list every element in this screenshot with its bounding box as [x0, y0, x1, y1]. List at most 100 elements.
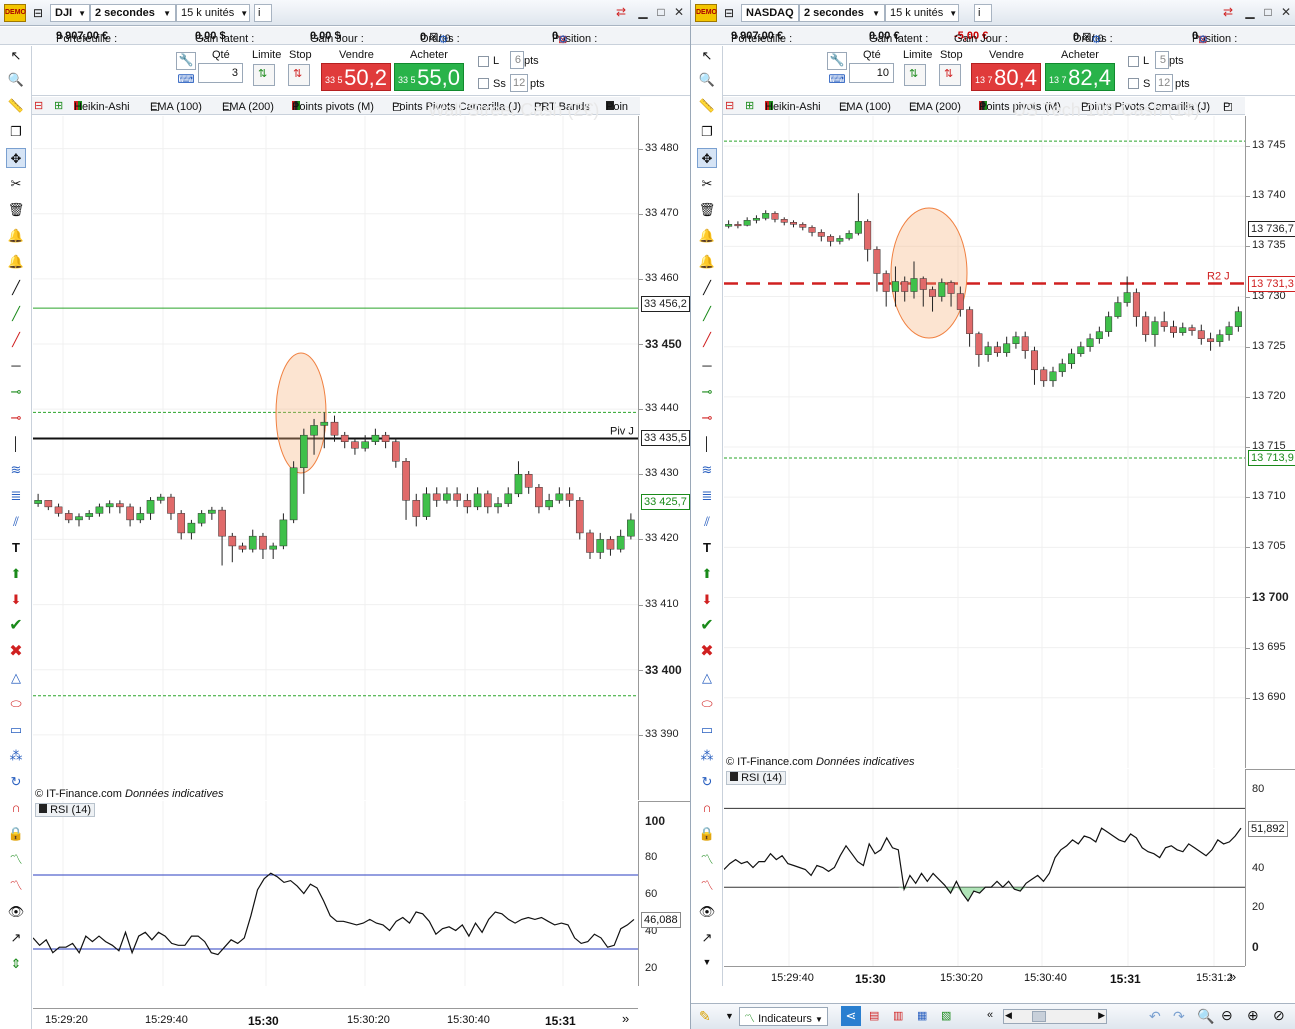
arrow-down-icon[interactable]: ⬇	[6, 590, 26, 610]
lock-icon[interactable]: 🔒	[697, 824, 717, 844]
price-axis[interactable]: 13 745 13 740 13 735 13 730 13 725 13 720 13 7…	[1245, 116, 1295, 768]
line-red-icon[interactable]: ╱	[6, 330, 26, 350]
units-selector[interactable]: 15 k unités ▼	[176, 4, 250, 22]
gear-icon[interactable]: ⚙	[558, 33, 568, 46]
l-checkbox[interactable]	[1128, 56, 1139, 67]
layout-icon[interactable]: ⊟	[724, 6, 734, 20]
fan-icon[interactable]: ⫽	[697, 512, 717, 532]
period-selector[interactable]: 2 secondes ▼	[799, 4, 885, 22]
check-icon[interactable]: ✔	[6, 616, 26, 636]
cross-icon[interactable]: ✖	[697, 642, 717, 662]
cursor-icon[interactable]: ↖	[697, 46, 717, 66]
indicator-red-icon[interactable]: 〽	[697, 876, 717, 896]
zoom-in-icon[interactable]: ⊕	[1247, 1007, 1259, 1024]
ruler-icon[interactable]: 📏	[6, 96, 26, 116]
gear-icon[interactable]: ⚙	[438, 33, 448, 46]
horizontal-line-icon[interactable]: ─	[697, 356, 717, 376]
close-button[interactable]: ✕	[1279, 5, 1293, 19]
quantity-input[interactable]: 3	[198, 63, 243, 83]
quantity-input[interactable]: 10	[849, 63, 894, 83]
vertical-line-icon[interactable]: │	[697, 434, 717, 454]
eye-icon[interactable]: 👁	[697, 902, 717, 922]
arrow-down-icon[interactable]: ⬇	[697, 590, 717, 610]
horizontal-green-icon[interactable]: ⊸	[6, 382, 26, 402]
arrow-up-icon[interactable]: ⬆	[6, 564, 26, 584]
limit-order-button[interactable]: ⇅	[253, 64, 275, 86]
sync-icon[interactable]: ⇄	[614, 5, 628, 19]
indicator-green-icon[interactable]: 〽	[6, 850, 26, 870]
triangle-icon[interactable]: △	[697, 668, 717, 688]
stop-order-button[interactable]: ⇅	[288, 64, 310, 86]
price-chart[interactable]: R2 J	[724, 116, 1245, 768]
channel-icon[interactable]: ≋	[6, 460, 26, 480]
collapse-icon[interactable]: ⊟	[725, 99, 734, 112]
tools-icon[interactable]: ✂	[6, 174, 26, 194]
buy-button[interactable]: 13 7 82,4	[1045, 63, 1115, 91]
rsi-axis[interactable]: 100 80 60 40 20 46,088	[638, 801, 690, 986]
minimize-button[interactable]: ▁	[636, 5, 650, 19]
line-green-icon[interactable]: ╱	[697, 304, 717, 324]
info-button[interactable]: i	[974, 4, 992, 22]
zoom-icon[interactable]: 🔍	[697, 70, 717, 90]
rsi-indicator-label[interactable]: RSI (14)	[35, 803, 96, 817]
instrument-selector[interactable]: NASDAQ▼	[741, 4, 808, 22]
points-icon[interactable]: ⁂	[6, 746, 26, 766]
tools-icon[interactable]: ✂	[697, 174, 717, 194]
trash-icon[interactable]: 🗑	[6, 200, 26, 220]
keyboard-icon[interactable]: ⌨	[827, 72, 847, 88]
stop-order-button[interactable]: ⇅	[939, 64, 961, 86]
l-checkbox[interactable]	[478, 56, 489, 67]
price-axis[interactable]: 33 480 33 470 33 460 33 450 33 440 33 430 33 4…	[638, 116, 690, 800]
lock-icon[interactable]: 🔒	[6, 824, 26, 844]
copy-icon[interactable]: ❐	[697, 122, 717, 142]
zoom-out-icon[interactable]: ⊖	[1221, 1007, 1233, 1024]
ellipse-icon[interactable]: ⬭	[6, 694, 26, 714]
check-icon[interactable]: ✔	[697, 616, 717, 636]
s-points-input[interactable]: 12	[1155, 74, 1173, 92]
vertical-line-icon[interactable]: │	[6, 434, 26, 454]
zoom-auto-icon[interactable]: 🔍	[1197, 1008, 1214, 1025]
rsi-chart[interactable]	[724, 769, 1245, 966]
scroll-left-icon[interactable]: «	[987, 1009, 993, 1021]
time-axis[interactable]: 15:29:40 15:30 15:30:20 15:30:40 15:31 15:31:…	[724, 966, 1245, 988]
redo-icon[interactable]: ↷	[1173, 1008, 1185, 1025]
expand-down-icon[interactable]: ▼	[697, 952, 717, 972]
text-icon[interactable]: T	[6, 538, 26, 558]
minimize-button[interactable]: ▁	[1243, 5, 1257, 19]
wrench-icon[interactable]: 🔧	[827, 52, 847, 70]
zoom-icon[interactable]: 🔍	[6, 70, 26, 90]
points-icon[interactable]: ⁂	[697, 746, 717, 766]
instrument-selector[interactable]: DJI ▼	[50, 4, 90, 22]
rectangle-icon[interactable]: ▭	[6, 720, 26, 740]
scroll-right-button[interactable]: »	[1229, 969, 1236, 984]
horizontal-line-icon[interactable]: ─	[6, 356, 26, 376]
sync-icon[interactable]: ⇄	[1221, 5, 1235, 19]
undo-icon[interactable]: ↶	[1149, 1008, 1161, 1025]
layout-icon[interactable]: ⊟	[33, 6, 43, 20]
scrollbar[interactable]: ◀ ▶	[1003, 1009, 1107, 1024]
arrow-tool-icon[interactable]: ↗	[6, 928, 26, 948]
vertical-channel-icon[interactable]: ⇕	[6, 954, 26, 974]
maximize-button[interactable]: □	[654, 5, 668, 19]
ruler-icon[interactable]: 📏	[697, 96, 717, 116]
fibonacci-icon[interactable]: ≣	[697, 486, 717, 506]
l-points-input[interactable]: 6	[510, 51, 524, 69]
expand-icon[interactable]: ⊞	[745, 99, 754, 112]
limit-order-button[interactable]: ⇅	[904, 64, 926, 86]
horizontal-red-icon[interactable]: ⊸	[697, 408, 717, 428]
list-icon[interactable]: ▦	[917, 1009, 927, 1022]
scroll-right-button[interactable]: »	[622, 1011, 629, 1026]
units-selector[interactable]: 15 k unités ▼	[885, 4, 959, 22]
magnet-icon[interactable]: ∩	[697, 798, 717, 818]
line-red-icon[interactable]: ╱	[697, 330, 717, 350]
price-chart[interactable]: Piv J	[33, 116, 638, 800]
fibonacci-icon[interactable]: ≣	[6, 486, 26, 506]
chevron-down-icon[interactable]: ▼	[725, 1011, 734, 1021]
rsi-chart[interactable]	[33, 801, 638, 986]
s-checkbox[interactable]	[1128, 78, 1139, 89]
bell-icon[interactable]: 🔔	[697, 252, 717, 272]
collapse-icon[interactable]: ⊟	[34, 99, 43, 112]
text-icon[interactable]: T	[697, 538, 717, 558]
triangle-icon[interactable]: △	[6, 668, 26, 688]
cross-icon[interactable]: ✖	[6, 642, 26, 662]
